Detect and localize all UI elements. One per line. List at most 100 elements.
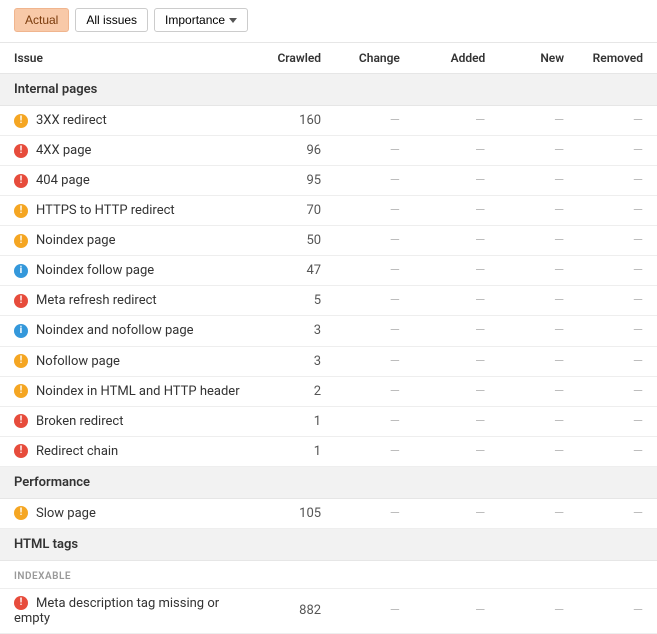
table-header-row: Issue Crawled Change Added New Removed	[0, 43, 657, 74]
new-cell: —	[499, 256, 578, 286]
table-row[interactable]: iNoindex and nofollow page3————	[0, 316, 657, 346]
warning-icon: !	[14, 354, 28, 368]
table-row[interactable]: !HTTPS to HTTP redirect70————	[0, 196, 657, 226]
added-cell: —	[414, 166, 499, 196]
section-header: Internal pages	[0, 74, 657, 106]
dash-icon: —	[390, 323, 400, 338]
table-row[interactable]: !Noindex in HTML and HTTP header2————	[0, 376, 657, 406]
issue-cell: !Redirect chain	[0, 436, 256, 466]
dash-icon: —	[475, 143, 485, 158]
dash-icon: —	[390, 354, 400, 369]
new-cell: —	[499, 226, 578, 256]
dash-icon: —	[390, 173, 400, 188]
dash-icon: —	[633, 143, 643, 158]
new-cell: —	[499, 436, 578, 466]
table-row[interactable]: iNoindex follow page47————	[0, 256, 657, 286]
table-row[interactable]: !4XX page96————	[0, 136, 657, 166]
table-row[interactable]: !Broken redirect1————	[0, 406, 657, 436]
crawled-cell: 2	[256, 376, 335, 406]
crawled-cell: 47	[256, 256, 335, 286]
issue-label: Redirect chain	[36, 444, 118, 459]
dash-icon: —	[633, 384, 643, 399]
issue-label: Slow page	[36, 506, 96, 521]
section-header: HTML tags	[0, 528, 657, 560]
col-header-issue[interactable]: Issue	[0, 43, 256, 74]
section-header: Performance	[0, 466, 657, 498]
dash-icon: —	[390, 113, 400, 128]
new-cell: —	[499, 196, 578, 226]
change-cell: —	[335, 166, 414, 196]
dash-icon: —	[475, 233, 485, 248]
error-icon: !	[14, 294, 28, 308]
table-row[interactable]: !Noindex page50————	[0, 226, 657, 256]
dash-icon: —	[390, 263, 400, 278]
issue-cell: ! Meta refresh redirect	[0, 286, 256, 316]
warning-icon: !	[14, 506, 28, 520]
chevron-down-icon	[229, 18, 237, 23]
issue-label: Meta refresh redirect	[36, 293, 157, 308]
removed-cell: —	[578, 226, 657, 256]
change-cell: —	[335, 498, 414, 528]
warning-icon: !	[14, 114, 28, 128]
dash-icon: —	[633, 354, 643, 369]
new-cell: —	[499, 588, 578, 633]
dash-icon: —	[390, 143, 400, 158]
table-row[interactable]: !Meta description tag missing or empty88…	[0, 588, 657, 633]
table-row[interactable]: !Meta refresh redirect5————	[0, 286, 657, 316]
dash-icon: —	[633, 203, 643, 218]
change-cell: —	[335, 406, 414, 436]
issue-cell: !3XX redirect	[0, 106, 256, 136]
dash-icon: —	[554, 444, 564, 459]
error-icon: !	[14, 174, 28, 188]
dash-icon: —	[475, 203, 485, 218]
added-cell: —	[414, 406, 499, 436]
added-cell: —	[414, 286, 499, 316]
col-header-added[interactable]: Added	[414, 43, 499, 74]
dash-icon: —	[554, 203, 564, 218]
dash-icon: —	[633, 506, 643, 521]
dash-icon: —	[633, 113, 643, 128]
table-row[interactable]: !404 page95————	[0, 166, 657, 196]
table-row[interactable]: !Slow page105————	[0, 498, 657, 528]
issue-cell: iNoindex and nofollow page	[0, 316, 256, 346]
dash-icon: —	[475, 173, 485, 188]
issue-label: HTTPS to HTTP redirect	[36, 203, 175, 218]
new-cell: —	[499, 166, 578, 196]
table-row[interactable]: !3XX redirect160————	[0, 106, 657, 136]
crawled-cell: 882	[256, 588, 335, 633]
change-cell: —	[335, 316, 414, 346]
col-header-new[interactable]: New	[499, 43, 578, 74]
added-cell: —	[414, 196, 499, 226]
change-cell: —	[335, 226, 414, 256]
col-header-change[interactable]: Change	[335, 43, 414, 74]
dash-icon: —	[554, 263, 564, 278]
importance-dropdown[interactable]: Importance	[154, 8, 248, 32]
removed-cell: —	[578, 588, 657, 633]
added-cell: —	[414, 498, 499, 528]
tab-actual[interactable]: Actual	[14, 8, 69, 32]
issue-cell: ! Slow page	[0, 498, 256, 528]
dash-icon: —	[554, 323, 564, 338]
removed-cell: —	[578, 406, 657, 436]
dash-icon: —	[475, 603, 485, 618]
dash-icon: —	[633, 293, 643, 308]
new-cell: —	[499, 376, 578, 406]
issue-label: Nofollow page	[36, 354, 120, 369]
issue-label: 404 page	[36, 173, 90, 188]
dash-icon: —	[554, 414, 564, 429]
col-header-crawled[interactable]: Crawled	[256, 43, 335, 74]
dash-icon: —	[554, 143, 564, 158]
tab-all-issues-label: All issues	[86, 13, 137, 27]
col-header-removed[interactable]: Removed	[578, 43, 657, 74]
issue-label: Noindex and nofollow page	[36, 324, 194, 339]
issue-label: 4XX page	[36, 143, 91, 158]
table-row[interactable]: !Redirect chain1————	[0, 436, 657, 466]
table-row[interactable]: !Nofollow page3————	[0, 346, 657, 376]
tab-all-issues[interactable]: All issues	[75, 8, 148, 32]
dash-icon: —	[390, 293, 400, 308]
new-cell: —	[499, 106, 578, 136]
dash-icon: —	[475, 384, 485, 399]
added-cell: —	[414, 226, 499, 256]
error-icon: !	[14, 144, 28, 158]
dash-icon: —	[390, 414, 400, 429]
